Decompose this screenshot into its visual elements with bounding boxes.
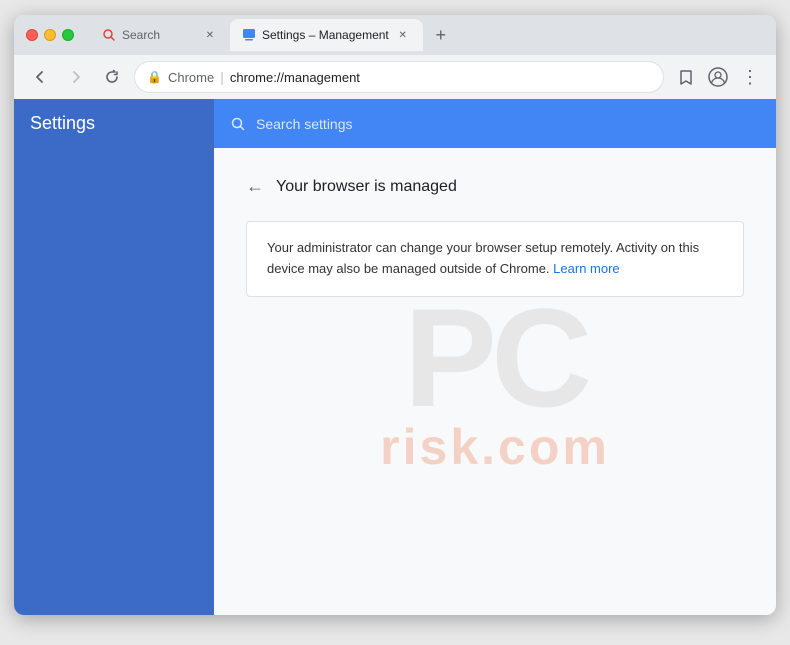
management-info-text: Your administrator can change your brows… — [267, 240, 699, 276]
traffic-lights — [26, 29, 74, 41]
tab-management-icon — [242, 28, 256, 42]
watermark-pc-text: PC — [404, 288, 586, 428]
watermark-risk-text: risk.com — [380, 418, 610, 476]
title-bar: Search ✕ Settings – Management ✕ + — [14, 15, 776, 55]
back-arrow-button[interactable]: ← — [246, 176, 264, 197]
management-header: ← Your browser is managed — [246, 176, 744, 197]
tab-search-title: Search — [122, 28, 196, 42]
tab-search[interactable]: Search ✕ — [90, 19, 230, 51]
nav-actions: ⋮ — [672, 63, 764, 91]
settings-header-bar: Settings — [14, 99, 776, 148]
minimize-button[interactable] — [44, 29, 56, 41]
tab-search-icon — [102, 28, 116, 42]
settings-sidebar — [14, 148, 214, 615]
back-button[interactable] — [26, 63, 54, 91]
browser-window: Search ✕ Settings – Management ✕ + — [14, 15, 776, 615]
settings-page: Settings PC risk.com — [14, 99, 776, 615]
content-block: ← Your browser is managed Your administr… — [246, 176, 744, 297]
management-page-title: Your browser is managed — [276, 178, 457, 196]
nav-bar: 🔒 Chrome | chrome://management ⋮ — [14, 55, 776, 99]
settings-search-input[interactable] — [256, 116, 760, 132]
address-divider: | — [220, 69, 224, 85]
settings-body: PC risk.com ← Your browser is managed Yo… — [14, 148, 776, 615]
security-icon: 🔒 — [147, 70, 162, 84]
search-icon — [230, 116, 246, 132]
settings-title: Settings — [30, 113, 95, 133]
forward-button[interactable] — [62, 63, 90, 91]
maximize-button[interactable] — [62, 29, 74, 41]
search-bar-area — [214, 106, 776, 142]
tab-management-close[interactable]: ✕ — [395, 27, 411, 43]
reload-button[interactable] — [98, 63, 126, 91]
close-button[interactable] — [26, 29, 38, 41]
address-bar[interactable]: 🔒 Chrome | chrome://management — [134, 61, 664, 93]
account-button[interactable] — [704, 63, 732, 91]
sidebar-title-area: Settings — [14, 99, 214, 148]
new-tab-button[interactable]: + — [427, 21, 455, 49]
tab-management-title: Settings – Management — [262, 28, 389, 42]
bookmark-button[interactable] — [672, 63, 700, 91]
menu-button[interactable]: ⋮ — [736, 63, 764, 91]
tab-management[interactable]: Settings – Management ✕ — [230, 19, 423, 51]
host-label: Chrome — [168, 70, 214, 85]
address-url[interactable]: chrome://management — [230, 70, 651, 85]
management-info-card: Your administrator can change your brows… — [246, 221, 744, 297]
learn-more-link[interactable]: Learn more — [553, 261, 619, 276]
tab-search-close[interactable]: ✕ — [202, 27, 218, 43]
settings-main-content: PC risk.com ← Your browser is managed Yo… — [214, 148, 776, 615]
